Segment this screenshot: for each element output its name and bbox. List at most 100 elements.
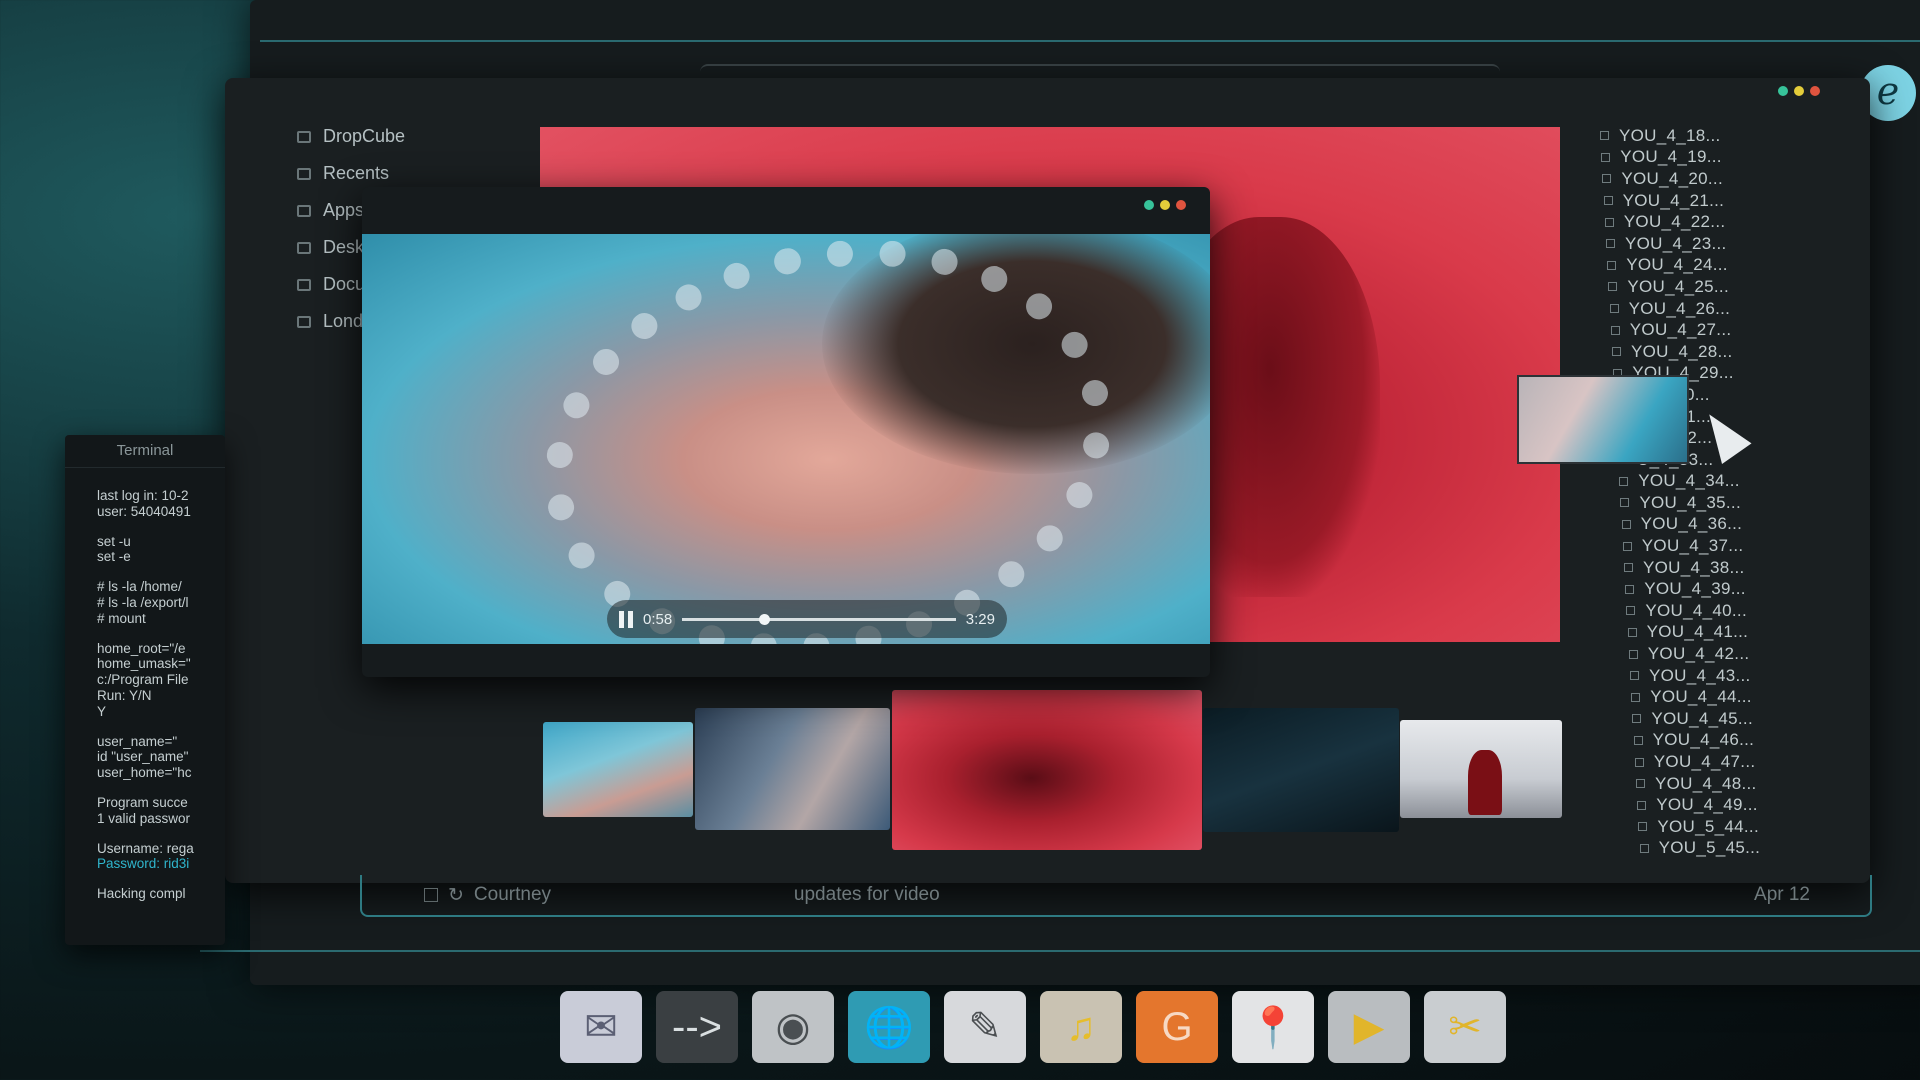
video-frame[interactable]: [362, 234, 1210, 644]
file-checkbox[interactable]: [1625, 584, 1635, 594]
file-item[interactable]: YOU_4_34...: [1600, 471, 1800, 493]
terminal-window[interactable]: Terminal last log in: 10-2 user: 54040491…: [65, 435, 225, 945]
window-controls[interactable]: [1144, 200, 1186, 210]
file-checkbox[interactable]: [1603, 196, 1613, 206]
file-item[interactable]: YOU_4_44...: [1600, 686, 1800, 708]
file-item[interactable]: YOU_4_22...: [1600, 211, 1800, 233]
globe-icon[interactable]: 🌐: [848, 991, 930, 1063]
file-checkbox[interactable]: [1608, 282, 1618, 292]
dragged-thumbnail[interactable]: [1517, 375, 1689, 464]
thumbnail[interactable]: [1400, 720, 1562, 818]
file-item[interactable]: YOU_4_24...: [1600, 255, 1800, 277]
music-icon[interactable]: ♫: [1040, 991, 1122, 1063]
file-checkbox[interactable]: [1631, 692, 1641, 702]
file-checkbox[interactable]: [1606, 239, 1615, 249]
file-checkbox[interactable]: [1619, 476, 1629, 486]
file-checkbox[interactable]: [1601, 152, 1611, 162]
file-checkbox[interactable]: [1630, 671, 1639, 681]
video-icon[interactable]: ▶: [1328, 991, 1410, 1063]
file-item[interactable]: YOU_4_36...: [1600, 514, 1800, 536]
file-item[interactable]: YOU_4_49...: [1600, 794, 1800, 816]
email-row[interactable]: ↻ Courtney updates for video Apr 12: [360, 875, 1872, 917]
email-subject: updates for video: [793, 884, 940, 905]
file-item[interactable]: YOU_4_39...: [1600, 578, 1800, 600]
file-checkbox[interactable]: [1612, 347, 1621, 357]
maximize-button[interactable]: [1778, 86, 1788, 96]
thumbnail[interactable]: [695, 708, 890, 830]
file-checkbox[interactable]: [1628, 649, 1638, 659]
file-item[interactable]: YOU_4_43...: [1600, 665, 1800, 687]
file-checkbox[interactable]: [1634, 757, 1644, 767]
maps-icon[interactable]: 📍: [1232, 991, 1314, 1063]
camera-icon[interactable]: ◉: [752, 991, 834, 1063]
close-button[interactable]: [1810, 86, 1820, 96]
file-item[interactable]: YOU_4_26...: [1600, 298, 1800, 320]
sidebar-item-label: Docu: [323, 274, 366, 294]
file-item[interactable]: YOU_4_48...: [1600, 773, 1800, 795]
file-checkbox[interactable]: [1624, 563, 1633, 573]
file-item[interactable]: YOU_4_42...: [1600, 643, 1800, 665]
file-name: YOU_4_21...: [1622, 190, 1725, 210]
file-item[interactable]: YOU_4_21...: [1600, 190, 1800, 212]
file-checkbox[interactable]: [1622, 541, 1632, 551]
thumbnail[interactable]: [543, 722, 693, 817]
thumbnail[interactable]: [892, 690, 1202, 850]
window-controls[interactable]: [1778, 86, 1820, 96]
file-item[interactable]: YOU_4_25...: [1600, 276, 1800, 298]
file-name: YOU_5_45...: [1658, 838, 1761, 858]
terminal-icon[interactable]: -->: [656, 991, 738, 1063]
file-checkbox[interactable]: [1600, 131, 1609, 141]
file-item[interactable]: YOU_4_20...: [1600, 168, 1800, 190]
mail-icon[interactable]: ✉: [560, 991, 642, 1063]
file-checkbox[interactable]: [1638, 822, 1648, 832]
file-checkbox[interactable]: [1621, 519, 1631, 529]
file-checkbox[interactable]: [1627, 627, 1637, 637]
file-item[interactable]: YOU_4_37...: [1600, 535, 1800, 557]
document-icon: [297, 278, 311, 291]
pause-icon[interactable]: [619, 610, 633, 628]
file-item[interactable]: YOU_4_41...: [1600, 622, 1800, 644]
file-item[interactable]: YOU_5_45...: [1600, 838, 1800, 860]
file-checkbox[interactable]: [1609, 304, 1619, 314]
checkbox[interactable]: [424, 888, 438, 902]
file-checkbox[interactable]: [1637, 800, 1647, 810]
file-checkbox[interactable]: [1633, 735, 1643, 745]
file-checkbox[interactable]: [1620, 498, 1630, 508]
file-checkbox[interactable]: [1636, 779, 1645, 789]
file-item[interactable]: YOU_4_45...: [1600, 708, 1800, 730]
file-item[interactable]: YOU_4_23...: [1600, 233, 1800, 255]
clock-icon: [297, 167, 311, 180]
file-item[interactable]: YOU_4_27...: [1600, 319, 1800, 341]
settings-icon[interactable]: ✂: [1424, 991, 1506, 1063]
file-item[interactable]: YOU_4_40...: [1600, 600, 1800, 622]
file-name: YOU_4_25...: [1627, 276, 1729, 296]
file-checkbox[interactable]: [1626, 606, 1636, 616]
file-checkbox[interactable]: [1610, 325, 1620, 335]
file-checkbox[interactable]: [1639, 843, 1649, 853]
file-item[interactable]: YOU_4_19...: [1600, 147, 1800, 169]
progress-knob[interactable]: [758, 613, 770, 625]
email-date: Apr 12: [1754, 884, 1810, 905]
file-item[interactable]: YOU_4_38...: [1600, 557, 1800, 579]
file-item[interactable]: YOU_4_47...: [1600, 751, 1800, 773]
file-item[interactable]: YOU_5_44...: [1600, 816, 1800, 838]
close-button[interactable]: [1176, 200, 1186, 210]
file-item[interactable]: YOU_4_46...: [1600, 730, 1800, 752]
thumbnail[interactable]: [1203, 708, 1399, 832]
sidebar-item[interactable]: DropCube: [225, 118, 495, 155]
g-app-icon[interactable]: G: [1136, 991, 1218, 1063]
minimize-button[interactable]: [1160, 200, 1170, 210]
progress-slider[interactable]: [682, 613, 956, 625]
file-item[interactable]: YOU_4_35...: [1600, 492, 1800, 514]
file-item[interactable]: YOU_4_28...: [1600, 341, 1800, 363]
file-checkbox[interactable]: [1607, 260, 1617, 270]
file-name: YOU_4_24...: [1626, 255, 1728, 275]
file-checkbox[interactable]: [1604, 217, 1614, 227]
file-checkbox[interactable]: [1632, 714, 1642, 724]
maximize-button[interactable]: [1144, 200, 1154, 210]
file-checkbox[interactable]: [1602, 174, 1612, 184]
minimize-button[interactable]: [1794, 86, 1804, 96]
file-item[interactable]: YOU_4_18...: [1600, 125, 1800, 147]
notepad-icon[interactable]: ✎: [944, 991, 1026, 1063]
video-player-window[interactable]: 0:58 3:29: [362, 187, 1210, 677]
